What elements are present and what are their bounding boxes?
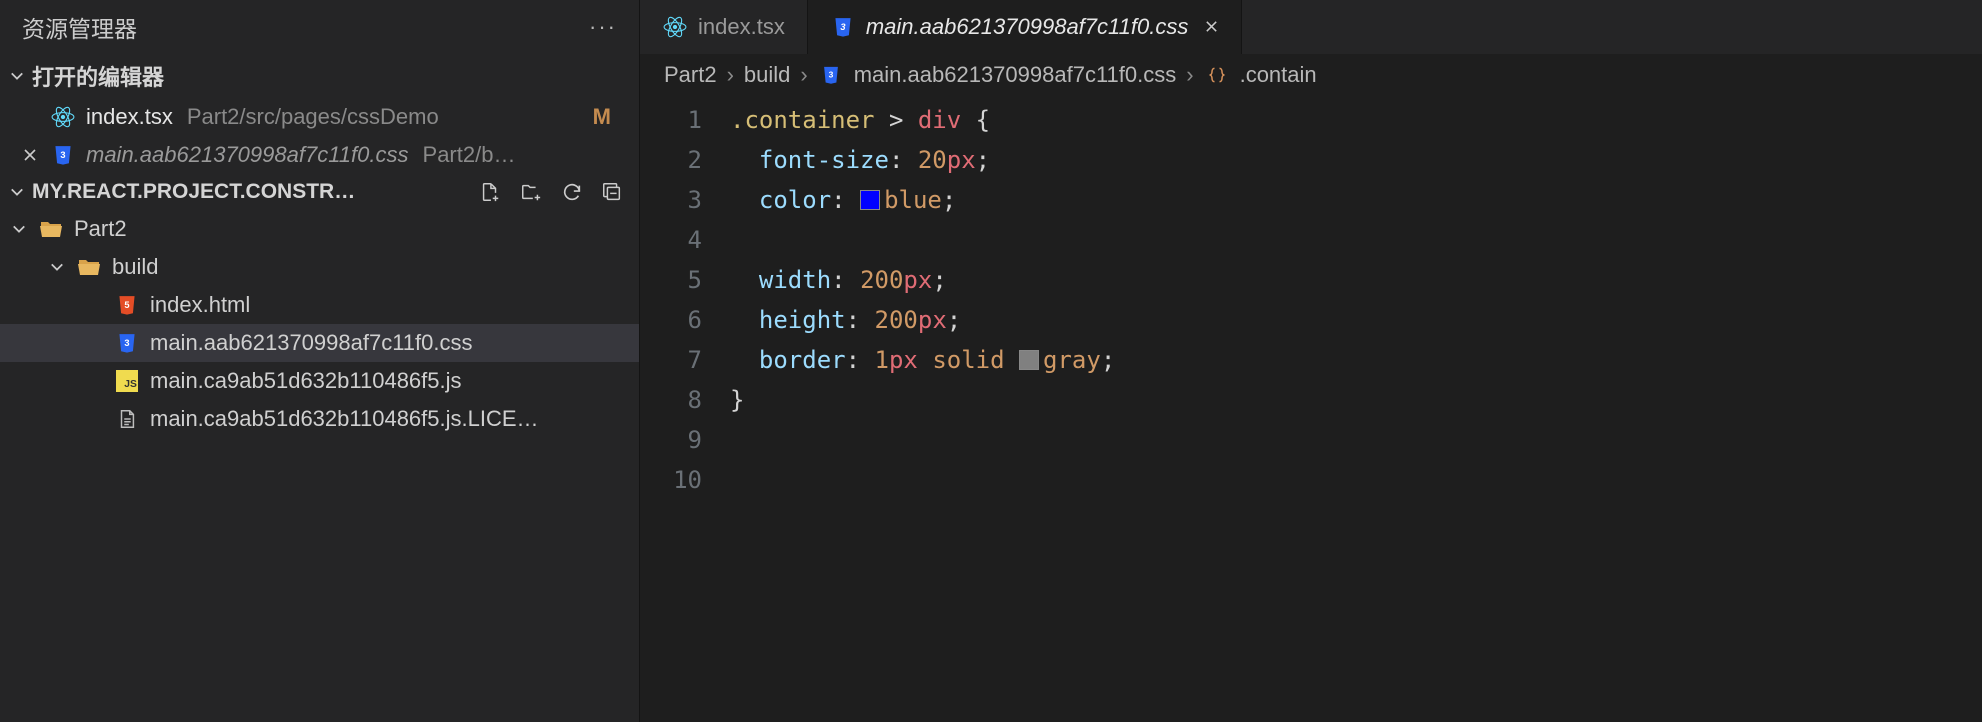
- chevron-right-icon: ›: [727, 62, 734, 88]
- explorer-more-icon[interactable]: ···: [589, 14, 621, 40]
- tab-label: index.tsx: [698, 14, 785, 40]
- code-line[interactable]: border: 1px solid gray;: [730, 340, 1982, 380]
- project-actions: [479, 181, 631, 203]
- file-row[interactable]: main.ca9ab51d632b110486f5.js.LICE…: [0, 400, 639, 438]
- svg-text:3: 3: [124, 338, 129, 348]
- tree-item-label: main.aab621370998af7c11f0.css: [150, 330, 473, 356]
- file-row[interactable]: 5 index.html: [0, 286, 639, 324]
- chevron-right-icon: ›: [800, 62, 807, 88]
- line-number: 4: [640, 220, 702, 260]
- folder-row[interactable]: Part2: [0, 210, 639, 248]
- explorer-sidebar: 资源管理器 ··· 打开的编辑器 index.tsx Part2/src/pag…: [0, 0, 640, 722]
- code-line[interactable]: width: 200px;: [730, 260, 1982, 300]
- open-editor-filename: main.aab621370998af7c11f0.css: [86, 142, 409, 168]
- open-editors-label: 打开的编辑器: [32, 60, 164, 92]
- tree-item-label: main.ca9ab51d632b110486f5.js: [150, 368, 462, 394]
- gutter: 12345678910: [640, 100, 730, 722]
- project-header[interactable]: MY.REACT.PROJECT.CONSTR…: [0, 174, 639, 210]
- js-icon: JS: [114, 368, 140, 394]
- css-icon: 3: [830, 14, 856, 40]
- close-icon[interactable]: [1204, 14, 1219, 40]
- code-line[interactable]: color: blue;: [730, 180, 1982, 220]
- open-editors-list: index.tsx Part2/src/pages/cssDemo M 3 ma…: [0, 98, 639, 174]
- line-number: 7: [640, 340, 702, 380]
- breadcrumb-file[interactable]: main.aab621370998af7c11f0.css: [854, 62, 1177, 88]
- folder-row[interactable]: build: [0, 248, 639, 286]
- refresh-icon[interactable]: [561, 181, 583, 203]
- code-line[interactable]: }: [730, 380, 1982, 420]
- code-line[interactable]: [730, 460, 1982, 500]
- chevron-right-icon: ›: [1186, 62, 1193, 88]
- breadcrumb[interactable]: Part2 › build › 3 main.aab621370998af7c1…: [640, 54, 1982, 96]
- tab-bar: index.tsx 3 main.aab621370998af7c11f0.css: [640, 0, 1982, 54]
- breadcrumb-part[interactable]: build: [744, 62, 790, 88]
- explorer-title: 资源管理器: [22, 10, 137, 44]
- file-row[interactable]: 3 main.aab621370998af7c11f0.css: [0, 324, 639, 362]
- line-number: 9: [640, 420, 702, 460]
- tab[interactable]: 3 main.aab621370998af7c11f0.css: [808, 0, 1243, 54]
- collapse-all-icon[interactable]: [601, 181, 623, 203]
- close-icon[interactable]: [20, 147, 40, 163]
- css-icon: 3: [114, 330, 140, 356]
- open-editors-header[interactable]: 打开的编辑器: [0, 54, 639, 98]
- css-icon: 3: [818, 62, 844, 88]
- css-icon: 3: [50, 142, 76, 168]
- code-area[interactable]: 12345678910 .container > div { font-size…: [640, 96, 1982, 722]
- chevron-down-icon: [8, 185, 26, 199]
- open-editor-filename: index.tsx: [86, 104, 173, 130]
- code-line[interactable]: .container > div {: [730, 100, 1982, 140]
- code-line[interactable]: height: 200px;: [730, 300, 1982, 340]
- line-number: 10: [640, 460, 702, 500]
- open-editor-path: Part2/src/pages/cssDemo: [187, 104, 439, 130]
- explorer-header: 资源管理器 ···: [0, 0, 639, 54]
- modified-badge: M: [593, 104, 629, 130]
- tree-item-label: main.ca9ab51d632b110486f5.js.LICE…: [150, 406, 539, 432]
- chevron-down-icon: [10, 222, 28, 236]
- open-editor-item[interactable]: 3 main.aab621370998af7c11f0.css Part2/b…: [0, 136, 639, 174]
- tree-item-label: Part2: [74, 216, 127, 242]
- folder-tree: Part2 build 5 index.html 3 main.aab621370998a…: [0, 210, 639, 438]
- tree-item-label: index.html: [150, 292, 250, 318]
- editor-pane: index.tsx3main.aab621370998af7c11f0.css …: [640, 0, 1982, 722]
- tab[interactable]: index.tsx: [640, 0, 808, 54]
- svg-text:JS: JS: [124, 379, 137, 390]
- color-swatch[interactable]: [860, 190, 880, 210]
- chevron-down-icon: [8, 69, 26, 83]
- svg-text:3: 3: [840, 22, 846, 32]
- line-number: 8: [640, 380, 702, 420]
- file-row[interactable]: JS main.ca9ab51d632b110486f5.js: [0, 362, 639, 400]
- breadcrumb-part[interactable]: Part2: [664, 62, 717, 88]
- tab-label: main.aab621370998af7c11f0.css: [866, 14, 1189, 40]
- line-number: 3: [640, 180, 702, 220]
- css-rule-icon: [1204, 62, 1230, 88]
- html-icon: 5: [114, 292, 140, 318]
- open-editor-path: Part2/b…: [423, 142, 516, 168]
- tree-item-label: build: [112, 254, 158, 280]
- new-file-icon[interactable]: [479, 181, 501, 203]
- chevron-down-icon: [48, 260, 66, 274]
- code-line[interactable]: [730, 220, 1982, 260]
- project-label: MY.REACT.PROJECT.CONSTR…: [32, 180, 473, 204]
- svg-text:5: 5: [124, 300, 129, 310]
- react-icon: [662, 14, 688, 40]
- code-line[interactable]: [730, 420, 1982, 460]
- folder-open-icon: [76, 254, 102, 280]
- line-number: 6: [640, 300, 702, 340]
- txt-icon: [114, 406, 140, 432]
- folder-open-icon: [38, 216, 64, 242]
- svg-text:3: 3: [60, 150, 65, 160]
- line-number: 5: [640, 260, 702, 300]
- line-number: 2: [640, 140, 702, 180]
- new-folder-icon[interactable]: [519, 181, 543, 203]
- line-number: 1: [640, 100, 702, 140]
- breadcrumb-symbol[interactable]: .contain: [1240, 62, 1317, 88]
- code-line[interactable]: font-size: 20px;: [730, 140, 1982, 180]
- code-content[interactable]: .container > div { font-size: 20px; colo…: [730, 100, 1982, 722]
- color-swatch[interactable]: [1019, 350, 1039, 370]
- open-editor-item[interactable]: index.tsx Part2/src/pages/cssDemo M: [0, 98, 639, 136]
- react-icon: [50, 104, 76, 130]
- svg-text:3: 3: [828, 70, 833, 80]
